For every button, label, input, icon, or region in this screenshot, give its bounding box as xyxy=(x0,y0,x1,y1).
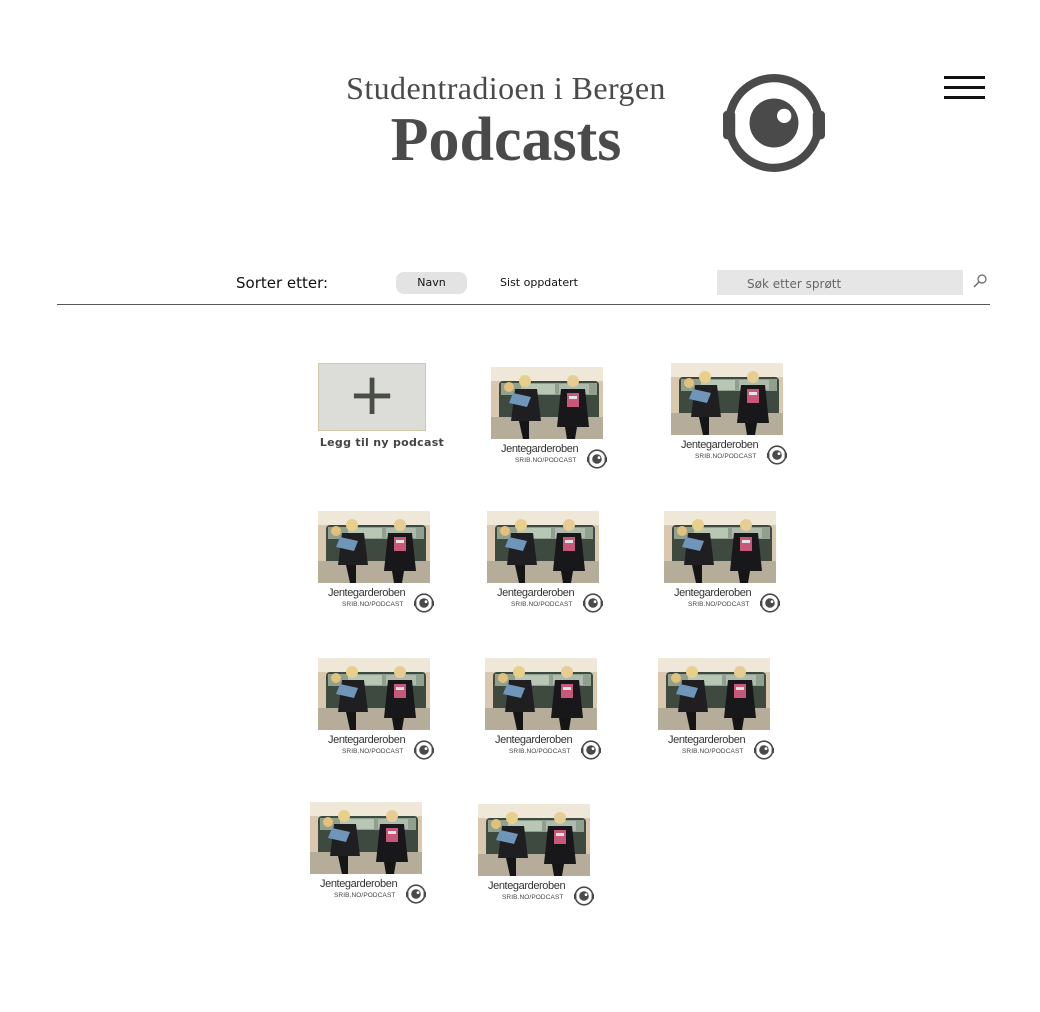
site-title-podcasts: Podcasts xyxy=(390,106,622,174)
srib-eye-logo-icon xyxy=(574,886,594,906)
podcast-cover-image xyxy=(318,658,430,730)
podcast-card[interactable]: Jentegarderoben SRIB.NO/PODCAST xyxy=(318,511,432,615)
menu-bar xyxy=(944,76,985,79)
srib-eye-logo-icon[interactable] xyxy=(718,72,830,174)
podcast-card[interactable]: Jentegarderoben SRIB.NO/PODCAST xyxy=(487,511,601,615)
podcast-title: Jentegarderoben xyxy=(674,587,752,599)
podcast-title: Jentegarderoben xyxy=(495,734,573,746)
podcast-title: Jentegarderoben xyxy=(681,439,759,451)
podcast-caption: Jentegarderoben SRIB.NO/PODCAST xyxy=(668,734,772,762)
podcast-title: Jentegarderoben xyxy=(668,734,746,746)
podcast-title: Jentegarderoben xyxy=(328,734,406,746)
podcast-cover-image xyxy=(310,802,422,874)
podcast-title: Jentegarderoben xyxy=(501,443,579,455)
search-icon[interactable] xyxy=(971,272,989,290)
podcast-card[interactable]: Jentegarderoben SRIB.NO/PODCAST xyxy=(664,511,778,615)
podcast-caption: Jentegarderoben SRIB.NO/PODCAST xyxy=(674,587,778,615)
podcast-cover-image xyxy=(485,658,597,730)
site-title-station: Studentradioen i Bergen xyxy=(346,70,666,106)
srib-eye-logo-icon xyxy=(587,449,607,469)
podcast-title: Jentegarderoben xyxy=(328,587,406,599)
podcast-cover-image xyxy=(318,511,430,583)
sort-label: Sorter etter: xyxy=(236,274,329,292)
podcast-subtitle: SRIB.NO/PODCAST xyxy=(502,894,564,901)
podcast-caption: Jentegarderoben SRIB.NO/PODCAST xyxy=(681,439,785,467)
srib-eye-logo-icon xyxy=(414,740,434,760)
podcast-cover-image xyxy=(487,511,599,583)
podcast-subtitle: SRIB.NO/PODCAST xyxy=(682,748,744,755)
menu-bar xyxy=(944,86,985,89)
podcast-caption: Jentegarderoben SRIB.NO/PODCAST xyxy=(497,587,601,615)
podcast-subtitle: SRIB.NO/PODCAST xyxy=(695,453,757,460)
podcast-cover-image xyxy=(658,658,770,730)
podcast-caption: Jentegarderoben SRIB.NO/PODCAST xyxy=(501,443,605,471)
podcast-card[interactable]: Jentegarderoben SRIB.NO/PODCAST xyxy=(318,658,432,762)
srib-eye-logo-icon xyxy=(754,740,774,760)
podcast-subtitle: SRIB.NO/PODCAST xyxy=(509,748,571,755)
search-input[interactable] xyxy=(717,270,963,295)
sort-by-name-button[interactable]: Navn xyxy=(396,272,467,294)
podcast-title: Jentegarderoben xyxy=(320,878,398,890)
podcast-cover-image xyxy=(671,363,783,435)
podcast-subtitle: SRIB.NO/PODCAST xyxy=(515,457,577,464)
srib-eye-logo-icon xyxy=(414,593,434,613)
menu-bar xyxy=(944,96,985,99)
site-title: Studentradioen i Bergen Podcasts xyxy=(340,70,672,172)
add-podcast-button[interactable]: + xyxy=(318,360,426,431)
podcast-subtitle: SRIB.NO/PODCAST xyxy=(511,601,573,608)
podcast-card[interactable]: Jentegarderoben SRIB.NO/PODCAST xyxy=(658,658,772,762)
hamburger-menu-icon[interactable] xyxy=(944,76,986,102)
podcast-cover-image xyxy=(478,804,590,876)
podcast-subtitle: SRIB.NO/PODCAST xyxy=(688,601,750,608)
podcast-cover-image xyxy=(664,511,776,583)
podcast-caption: Jentegarderoben SRIB.NO/PODCAST xyxy=(328,734,432,762)
srib-eye-logo-icon xyxy=(406,884,426,904)
podcast-subtitle: SRIB.NO/PODCAST xyxy=(342,601,404,608)
srib-eye-logo-icon xyxy=(760,593,780,613)
podcast-caption: Jentegarderoben SRIB.NO/PODCAST xyxy=(495,734,599,762)
sort-by-updated-button[interactable]: Sist oppdatert xyxy=(496,272,582,294)
podcast-card[interactable]: Jentegarderoben SRIB.NO/PODCAST xyxy=(478,804,592,908)
podcast-card[interactable]: Jentegarderoben SRIB.NO/PODCAST xyxy=(671,363,785,467)
podcast-caption: Jentegarderoben SRIB.NO/PODCAST xyxy=(488,880,592,908)
srib-eye-logo-icon xyxy=(581,740,601,760)
podcast-title: Jentegarderoben xyxy=(488,880,566,892)
podcast-card[interactable]: Jentegarderoben SRIB.NO/PODCAST xyxy=(310,802,424,906)
podcast-caption: Jentegarderoben SRIB.NO/PODCAST xyxy=(328,587,432,615)
add-podcast-label[interactable]: Legg til ny podcast xyxy=(318,436,446,449)
toolbar-divider xyxy=(57,304,990,305)
podcast-caption: Jentegarderoben SRIB.NO/PODCAST xyxy=(320,878,424,906)
srib-eye-logo-icon xyxy=(583,593,603,613)
srib-eye-logo-icon xyxy=(767,445,787,465)
podcast-cover-image xyxy=(491,367,603,439)
podcast-subtitle: SRIB.NO/PODCAST xyxy=(334,892,396,899)
podcast-subtitle: SRIB.NO/PODCAST xyxy=(342,748,404,755)
podcast-title: Jentegarderoben xyxy=(497,587,575,599)
plus-icon: + xyxy=(347,360,397,428)
podcast-card[interactable]: Jentegarderoben SRIB.NO/PODCAST xyxy=(485,658,599,762)
podcast-card[interactable]: Jentegarderoben SRIB.NO/PODCAST xyxy=(491,367,605,471)
